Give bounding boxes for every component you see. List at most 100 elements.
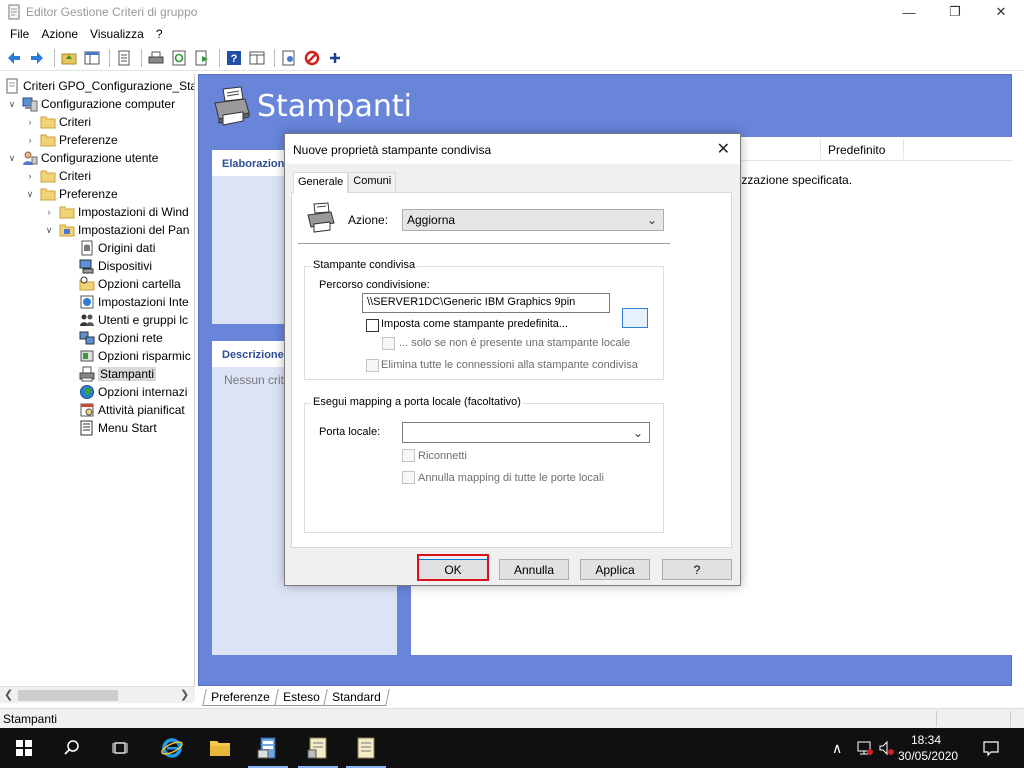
taskbar-gpo-management[interactable] bbox=[294, 728, 342, 768]
collapse-chevron-icon[interactable]: ∨ bbox=[6, 99, 18, 110]
tree-item-user-criteri[interactable]: › Criteri bbox=[24, 167, 92, 185]
tree-item-utenti-gruppi[interactable]: Utenti e gruppi lc bbox=[79, 311, 188, 329]
action-label: Azione: bbox=[348, 213, 389, 227]
tree-label: Impostazioni Inte bbox=[98, 295, 189, 309]
tree-horizontal-scrollbar[interactable]: ❮ ❯ bbox=[0, 686, 195, 703]
search-button[interactable] bbox=[48, 728, 96, 768]
expand-chevron-icon[interactable]: › bbox=[24, 135, 36, 145]
reconnect-checkbox[interactable] bbox=[402, 449, 415, 462]
print-button[interactable] bbox=[146, 48, 166, 68]
volume-status[interactable] bbox=[878, 728, 896, 768]
menu-help[interactable]: ? bbox=[150, 27, 169, 41]
list-empty-message: lizzazione specificata. bbox=[736, 173, 853, 187]
minimize-button[interactable]: — bbox=[886, 0, 932, 24]
show-hide-tree-button[interactable] bbox=[82, 48, 102, 68]
dialog-title: Nuove proprietà stampante condivisa bbox=[293, 143, 492, 157]
share-path-input[interactable]: \\SERVER1DC\Generic IBM Graphics 9pin bbox=[362, 293, 610, 313]
tree-item-root[interactable]: Criteri GPO_Configurazione_Sta bbox=[4, 77, 194, 95]
tree-item-user-preferenze[interactable]: ∨ Preferenze bbox=[24, 185, 118, 203]
ok-button[interactable]: OK bbox=[418, 559, 488, 580]
action-center-button[interactable] bbox=[982, 728, 1000, 768]
tree-item-opzioni-cartella[interactable]: Opzioni cartella bbox=[79, 275, 181, 293]
column-predefinito[interactable]: Predefinito bbox=[828, 143, 885, 157]
help-icon: ? bbox=[227, 50, 241, 65]
show-hidden-icons-button[interactable]: ∧ bbox=[832, 728, 842, 768]
tree-item-panel-settings[interactable]: ∨ Impostazioni del Pan bbox=[43, 221, 190, 239]
network-status[interactable] bbox=[856, 728, 874, 768]
taskbar-internet-explorer[interactable] bbox=[148, 728, 196, 768]
collapse-chevron-icon[interactable]: ∨ bbox=[24, 189, 36, 200]
start-button[interactable] bbox=[0, 728, 48, 768]
details-button[interactable] bbox=[279, 48, 299, 68]
close-button[interactable]: ✕ bbox=[978, 0, 1024, 24]
set-default-checkbox[interactable] bbox=[366, 319, 379, 332]
expand-chevron-icon[interactable]: › bbox=[24, 171, 36, 181]
dialog-close-icon[interactable]: ✕ bbox=[717, 139, 730, 159]
back-button[interactable] bbox=[4, 48, 24, 68]
toolbar: ? bbox=[0, 45, 1024, 71]
tree-item-opzioni-internazionali[interactable]: Opzioni internazi bbox=[79, 383, 187, 401]
tree-item-computer-preferenze[interactable]: › Preferenze bbox=[24, 131, 118, 149]
taskbar-file-explorer[interactable] bbox=[196, 728, 244, 768]
tab-standard[interactable]: Standard bbox=[323, 689, 390, 706]
dialog-title-bar: Nuove proprietà stampante condivisa ✕ bbox=[285, 134, 740, 164]
help-button[interactable]: ? bbox=[224, 48, 244, 68]
browse-button[interactable] bbox=[622, 308, 648, 328]
clock-time: 18:34 bbox=[910, 733, 942, 747]
action-select[interactable]: Aggiorna ⌄ bbox=[402, 209, 664, 231]
taskbar-server-manager[interactable] bbox=[244, 728, 292, 768]
tree-item-opzioni-risparmio[interactable]: Opzioni risparmic bbox=[79, 347, 191, 365]
scrollbar-thumb[interactable] bbox=[18, 690, 118, 701]
tab-comuni[interactable]: Comuni bbox=[348, 172, 397, 192]
menu-file[interactable]: File bbox=[4, 27, 35, 41]
menu-azione[interactable]: Azione bbox=[35, 27, 84, 41]
tree-item-impostazioni-internet[interactable]: Impostazioni Inte bbox=[79, 293, 189, 311]
share-path-label: Percorso condivisione: bbox=[319, 279, 430, 291]
refresh-button[interactable] bbox=[169, 48, 189, 68]
unmap-all-label: Annulla mapping di tutte le porte locali bbox=[418, 472, 604, 484]
menu-visualizza[interactable]: Visualizza bbox=[84, 27, 150, 41]
export-button[interactable] bbox=[192, 48, 212, 68]
tree-item-win-settings[interactable]: › Impostazioni di Wind bbox=[43, 203, 189, 221]
tree-item-dispositivi[interactable]: Dispositivi bbox=[79, 257, 152, 275]
only-if-no-local-checkbox[interactable] bbox=[382, 337, 395, 350]
up-button[interactable] bbox=[59, 48, 79, 68]
tab-esteso[interactable]: Esteso bbox=[273, 689, 329, 706]
maximize-button[interactable]: ❐ bbox=[932, 0, 978, 24]
local-port-select[interactable]: ⌄ bbox=[402, 422, 650, 443]
delete-all-checkbox[interactable] bbox=[366, 359, 379, 372]
scroll-right-icon[interactable]: ❯ bbox=[180, 688, 189, 701]
power-options-icon bbox=[80, 350, 94, 362]
tree-item-menu-start[interactable]: Menu Start bbox=[79, 419, 157, 437]
tree-item-attivita-pianificate[interactable]: Attività pianificat bbox=[79, 401, 185, 419]
scroll-left-icon[interactable]: ❮ bbox=[4, 688, 13, 701]
cancel-button[interactable]: Annulla bbox=[499, 559, 569, 580]
task-view-button[interactable] bbox=[96, 728, 144, 768]
properties-button[interactable] bbox=[114, 48, 134, 68]
forward-button[interactable] bbox=[27, 48, 47, 68]
tab-generale[interactable]: Generale bbox=[293, 172, 349, 193]
tree-item-user-config[interactable]: ∨ Configurazione utente bbox=[6, 149, 158, 167]
tree-item-opzioni-rete[interactable]: Opzioni rete bbox=[79, 329, 163, 347]
unmap-all-checkbox[interactable] bbox=[402, 471, 415, 484]
tree-item-computer-config[interactable]: ∨ Configurazione computer bbox=[6, 95, 175, 113]
apply-button[interactable]: Applica bbox=[580, 559, 650, 580]
taskbar-gpo-editor[interactable] bbox=[342, 728, 390, 768]
users-groups-icon bbox=[80, 314, 94, 326]
collapse-chevron-icon[interactable]: ∨ bbox=[43, 225, 55, 236]
tree-item-stampanti[interactable]: Stampanti bbox=[79, 365, 157, 383]
collapse-chevron-icon[interactable]: ∨ bbox=[6, 153, 18, 164]
stop-button[interactable] bbox=[302, 48, 322, 68]
expand-chevron-icon[interactable]: › bbox=[43, 207, 55, 217]
local-port-label: Porta locale: bbox=[319, 426, 381, 438]
tree-item-origini-dati[interactable]: Origini dati bbox=[79, 239, 155, 257]
add-button[interactable] bbox=[325, 48, 345, 68]
show-pane-button[interactable] bbox=[247, 48, 267, 68]
expand-chevron-icon[interactable]: › bbox=[24, 117, 36, 127]
taskbar-clock[interactable]: 18:34 30/05/2020 bbox=[898, 732, 958, 764]
gpo-management-icon bbox=[307, 737, 327, 759]
refresh-icon bbox=[172, 50, 186, 65]
help-button[interactable]: ? bbox=[662, 559, 732, 580]
tree-item-computer-criteri[interactable]: › Criteri bbox=[24, 113, 92, 131]
tab-preferenze[interactable]: Preferenze bbox=[202, 689, 279, 706]
